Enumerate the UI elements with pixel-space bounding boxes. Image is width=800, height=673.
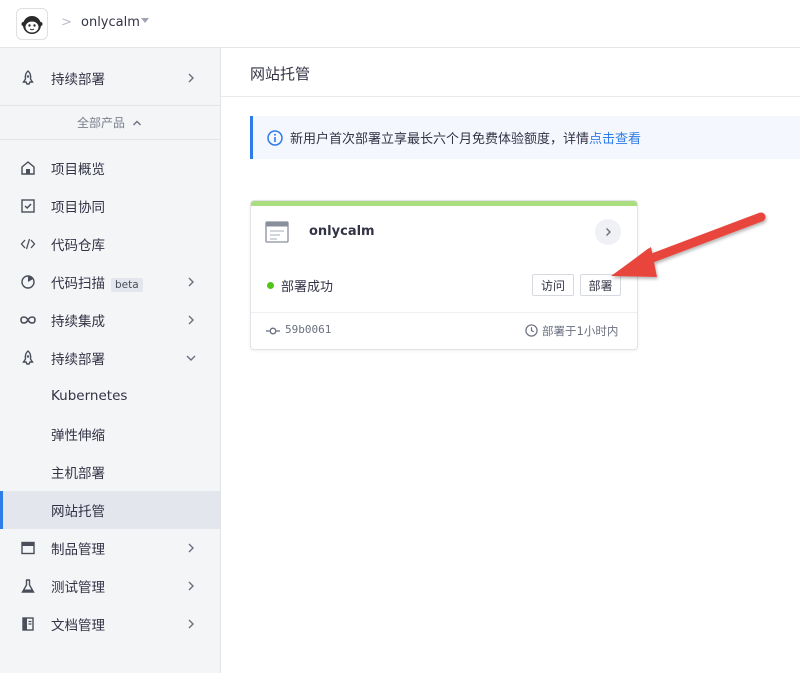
sidebar-item-label: 项目协同 [51,200,105,216]
card-open-button[interactable] [595,219,621,245]
page-title: 网站托管 [250,65,311,83]
clock-icon [525,324,538,337]
team-logo[interactable] [16,8,48,40]
sidebar-item-label: 弹性伸缩 [51,428,105,444]
home-icon [19,159,37,177]
monkey-avatar-icon [21,16,43,34]
infinity-icon [19,311,37,329]
sidebar-item-host-deploy[interactable]: 主机部署 [0,453,220,491]
status-dot [267,282,274,289]
chevron-right-icon [188,73,194,83]
sidebar-item-artifacts[interactable]: 制品管理 [0,529,220,567]
sidebar-item-pinned-deploy[interactable]: 持续部署 [0,59,220,97]
sidebar-item-autoscaling[interactable]: 弹性伸缩 [0,415,220,453]
divider [0,139,220,140]
top-bar: > onlycalm [0,0,800,48]
sidebar-item-label: 文档管理 [51,618,105,634]
sidebar-item-web-hosting[interactable]: 网站托管 [0,491,220,529]
all-products-toggle[interactable]: 全部产品 [0,106,220,139]
main-content: 网站托管 新用户首次部署立享最长六个月免费体验额度，详情 点击查看 onlycal… [221,48,800,673]
rocket-icon [19,349,37,367]
sidebar-item-kubernetes[interactable]: Kubernetes [0,377,220,415]
sidebar-item-label: 代码扫描 beta [51,272,143,292]
chevron-down-icon [186,355,196,361]
notice-text: 新用户首次部署立享最长六个月免费体验额度，详情 [290,132,590,147]
site-card[interactable]: onlycalm 部署成功 访问 部署 59b0061 部署于1小时内 [250,200,638,350]
chevron-right-icon [188,315,194,325]
sidebar-item-label: 主机部署 [51,466,105,482]
notice-link[interactable]: 点击查看 [589,128,641,147]
chevron-right-icon [188,619,194,629]
sidebar: 持续部署 全部产品 项目概览 项目协同 代码仓库 代码扫描 beta 持续集成 … [0,48,221,673]
sidebar-item-overview[interactable]: 项目概览 [0,149,220,187]
website-icon [265,221,289,243]
visit-button[interactable]: 访问 [532,274,574,296]
deploy-time: 部署于1小时内 [542,324,619,338]
sidebar-item-label: 网站托管 [51,504,105,520]
info-notice: 新用户首次部署立享最长六个月免费体验额度，详情 点击查看 [250,116,800,159]
chevron-right-icon [188,543,194,553]
document-icon [19,615,37,633]
beta-badge: beta [111,278,143,292]
team-name[interactable]: onlycalm [81,15,140,30]
chevron-right-icon [606,228,611,236]
sidebar-item-label: Kubernetes [51,388,128,404]
chevron-up-icon [133,120,141,125]
sidebar-item-label: 测试管理 [51,580,105,596]
sidebar-item-label: 项目概览 [51,162,105,178]
package-icon [19,539,37,557]
sidebar-item-label: 持续集成 [51,314,105,330]
checkbox-icon [19,197,37,215]
code-icon [19,235,37,253]
page-header: 网站托管 [221,48,800,97]
sidebar-item-testing[interactable]: 测试管理 [0,567,220,605]
site-name[interactable]: onlycalm [309,224,375,239]
rocket-icon [19,69,37,87]
sidebar-item-ci[interactable]: 持续集成 [0,301,220,339]
chevron-right-icon [188,277,194,287]
all-products-label: 全部产品 [76,116,125,130]
deploy-status: 部署成功 [281,280,334,295]
sidebar-item-repo[interactable]: 代码仓库 [0,225,220,263]
sidebar-item-label: 持续部署 [51,72,105,88]
scan-icon [19,273,37,291]
chevron-right-icon [188,581,194,591]
sidebar-item-collab[interactable]: 项目协同 [0,187,220,225]
caret-down-icon[interactable] [141,18,149,23]
breadcrumb-separator-icon: > [61,15,72,30]
sidebar-item-cd[interactable]: 持续部署 [0,339,220,377]
sidebar-item-label: 制品管理 [51,542,105,558]
card-status-strip [251,201,637,206]
sidebar-item-scan[interactable]: 代码扫描 beta [0,263,220,301]
info-icon [267,129,283,146]
sidebar-item-label: 持续部署 [51,352,105,368]
card-divider [251,312,637,313]
commit-icon [266,327,280,335]
commit-hash[interactable]: 59b0061 [285,323,331,336]
deploy-button[interactable]: 部署 [580,274,621,296]
sidebar-item-docs[interactable]: 文档管理 [0,605,220,643]
sidebar-item-label: 代码仓库 [51,238,105,254]
flask-icon [19,577,37,595]
